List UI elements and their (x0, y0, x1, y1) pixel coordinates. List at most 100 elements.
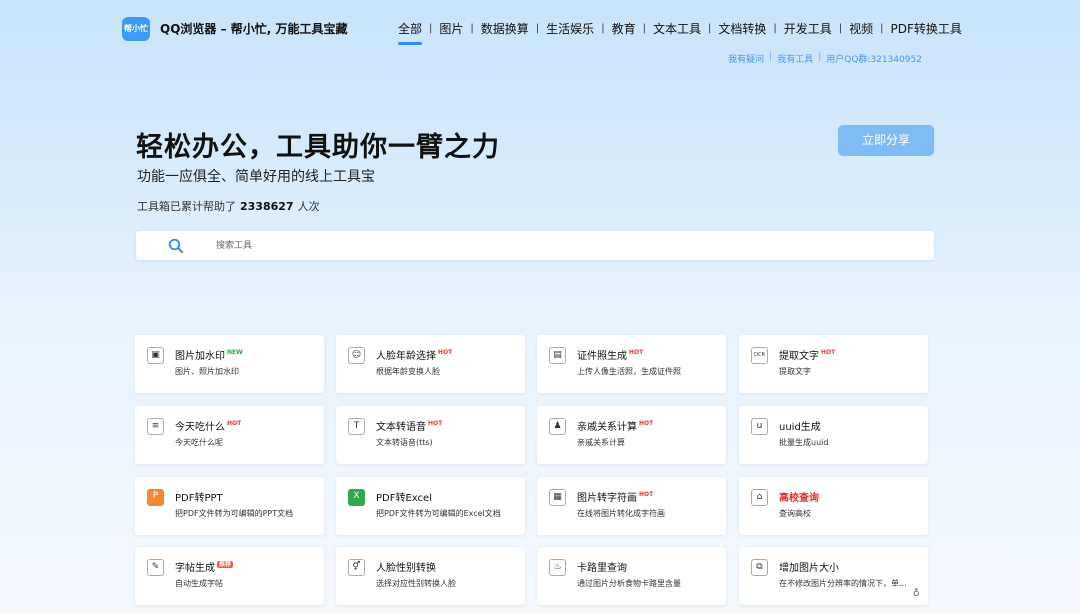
tool-title-text: 图片加水印 (175, 351, 225, 362)
tool-description: 把PDF文件转为可编辑的Excel文档 (376, 509, 501, 518)
tool-description: 查询高校 (779, 509, 811, 518)
gender-icon: ⚥ (348, 559, 365, 576)
search-input[interactable] (216, 237, 816, 254)
tool-description: 在线将图片转化成字符画 (577, 509, 665, 518)
tool-badge: HOT (227, 420, 242, 427)
usage-count: 工具箱已累计帮助了 2338627 人次 (137, 198, 320, 214)
logo[interactable]: 帮小忙 (122, 17, 150, 41)
tool-card[interactable]: ♨ 卡路里查询通过图片分析食物卡路里含量 (537, 547, 726, 605)
share-button[interactable]: 立即分享 (838, 125, 934, 156)
usage-count-suffix: 人次 (297, 200, 320, 213)
nav-separator: | (535, 23, 540, 34)
nav-separator: | (642, 23, 646, 34)
tool-title: uuid生成 (779, 418, 821, 433)
nav-item[interactable]: 视频 (849, 20, 873, 37)
tool-badge: HOT (639, 491, 654, 498)
relatives-icon: ♟ (549, 418, 566, 435)
resize-image-icon: ⧉ (751, 559, 768, 576)
nav-separator: | (707, 23, 712, 34)
subnav-link[interactable]: 用户QQ群:321340952 (826, 52, 922, 65)
usage-count-value: 2338627 (240, 200, 294, 213)
tool-title: 今天吃什么 HOT (175, 418, 241, 433)
tool-card[interactable]: OCR 提取文字 HOT 提取文字 (739, 335, 928, 393)
nav-item[interactable]: 图片 (439, 20, 463, 37)
tool-title-text: 今天吃什么 (175, 422, 225, 433)
header: 帮小忙 QQ浏览器 – 帮小忙, 万能工具宝藏 全部 | 图片 | 数据换算 | 生活娱乐 |… (0, 0, 1080, 70)
tool-description: 在不修改图片分辨率的情况下，单... (779, 579, 907, 588)
site-title[interactable]: QQ浏览器 – 帮小忙, 万能工具宝藏 (160, 20, 348, 37)
tool-title: 亲戚关系计算 HOT (577, 418, 653, 433)
nav-item[interactable]: 文档转换 (718, 20, 766, 37)
tool-description: 自动生成字帖 (175, 579, 223, 588)
tool-title: 卡路里查询 (577, 559, 627, 574)
food-icon: ≡ (147, 418, 164, 435)
search-icon[interactable] (168, 238, 184, 254)
nav-separator: | (601, 23, 605, 34)
tool-title-text: 亲戚关系计算 (577, 422, 637, 433)
tool-title-text: 增加图片大小 (779, 563, 839, 574)
page-subtitle: 功能一应俱全、简单好用的线上工具宝 (137, 169, 375, 185)
subnav-separator: | (769, 52, 773, 62)
copybook-icon: ✎ (147, 559, 164, 576)
nav-separator: | (773, 23, 777, 34)
tool-title-text: PDF转PPT (175, 493, 223, 504)
nav-separator: | (470, 23, 474, 34)
nav-item[interactable]: 全部 (398, 20, 423, 45)
lightbulb-icon[interactable]: ♁ (913, 588, 920, 599)
nav-item[interactable]: 文本工具 (653, 20, 701, 37)
nav-item[interactable]: 开发工具 (784, 20, 832, 37)
tool-title: 字帖生成 推荐 (175, 559, 234, 574)
nav-separator: | (429, 23, 433, 34)
tool-card[interactable]: ▣ 图片加水印 NEW 图片、照片加水印 (135, 335, 324, 393)
tool-title-text: uuid生成 (779, 422, 821, 433)
usage-count-prefix: 工具箱已累计帮助了 (137, 200, 236, 213)
nav-item[interactable]: PDF转换工具 (891, 20, 962, 37)
tool-badge: HOT (639, 420, 654, 427)
tool-card[interactable]: T 文本转语音 HOT 文本转语音(tts) (336, 406, 525, 464)
tool-card[interactable]: ♟ 亲戚关系计算 HOT 亲戚关系计算 (537, 406, 726, 464)
tool-title-text: PDF转Excel (376, 493, 432, 504)
nav-item[interactable]: 教育 (612, 20, 636, 37)
tool-card[interactable]: ⚥ 人脸性别转换 选择对应性别转换人脸 (336, 547, 525, 605)
tool-card[interactable]: ☺ 人脸年龄选择 HOT 根据年龄变换人脸 (336, 335, 525, 393)
ascii-art-icon: ▦ (549, 489, 566, 506)
id-card-icon: ▤ (549, 347, 566, 364)
subnav-link[interactable]: 我有工具 (777, 52, 813, 65)
tool-title-text: 证件照生成 (577, 351, 627, 362)
nav-separator: | (880, 23, 884, 34)
tool-title: 图片转字符画 HOT (577, 489, 653, 504)
tool-card[interactable]: ⌂ 高校查询 查询高校 (739, 477, 928, 535)
nav-separator: | (838, 23, 843, 34)
tool-title: PDF转Excel (376, 489, 432, 504)
subnav-separator: | (818, 52, 822, 62)
tool-card[interactable]: ▦ 图片转字符画 HOT 在线将图片转化成字符画 (537, 477, 726, 535)
subnav-link[interactable]: 我有疑问 (728, 52, 764, 65)
nav-item[interactable]: 生活娱乐 (546, 20, 594, 37)
tool-card[interactable]: ▤ 证件照生成 HOT 上传人像生活照，生成证件照 (537, 335, 726, 393)
tool-card[interactable]: u uuid生成 批量生成uuid (739, 406, 928, 464)
tool-title: PDF转PPT (175, 489, 223, 504)
search-bar[interactable] (136, 231, 934, 260)
tool-title-text: 字帖生成 (175, 563, 215, 574)
tool-card[interactable]: ✎ 字帖生成 推荐自动生成字帖 (135, 547, 324, 605)
tool-description: 通过图片分析食物卡路里含量 (577, 579, 681, 588)
tool-card[interactable]: X PDF转Excel 把PDF文件转为可编辑的Excel文档 (336, 477, 525, 535)
tool-card[interactable]: ≡ 今天吃什么 HOT 今天吃什么呢 (135, 406, 324, 464)
tool-badge: HOT (629, 349, 644, 356)
tool-badge: HOT (428, 420, 443, 427)
tool-card[interactable]: ⧉ 增加图片大小在不修改图片分辨率的情况下，单... ♁ (739, 547, 928, 605)
tool-description: 根据年龄变换人脸 (376, 367, 440, 376)
tool-title-text: 图片转字符画 (577, 493, 637, 504)
tool-title: 证件照生成 HOT (577, 347, 643, 362)
tool-title-text: 提取文字 (779, 351, 819, 362)
calorie-icon: ♨ (549, 559, 566, 576)
ppt-icon: P (147, 489, 164, 506)
text-to-speech-icon: T (348, 418, 365, 435)
excel-icon: X (348, 489, 365, 506)
sub-nav: 我有疑问 | 我有工具 | 用户QQ群:321340952 (728, 52, 922, 65)
nav-item[interactable]: 数据换算 (481, 20, 529, 37)
tool-title-text: 人脸年龄选择 (376, 351, 436, 362)
tool-description: 上传人像生活照，生成证件照 (577, 367, 681, 376)
tool-card[interactable]: P PDF转PPT 把PDF文件转为可编辑的PPT文档 (135, 477, 324, 535)
face-icon: ☺ (348, 347, 365, 364)
